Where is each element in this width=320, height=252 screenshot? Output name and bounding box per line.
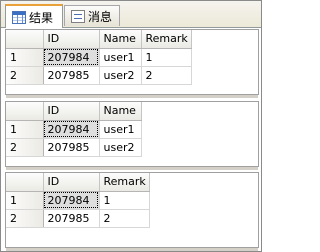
results-window: 结果 消息 ID Name Remark 1 207984 user1 1 2 bbox=[0, 0, 262, 252]
table-row[interactable]: 1 207984 1 bbox=[6, 191, 150, 210]
row-number[interactable]: 2 bbox=[6, 209, 44, 228]
table-cell[interactable]: 2 bbox=[141, 66, 192, 85]
table-row[interactable]: 1 207984 user1 1 bbox=[6, 48, 192, 67]
grid-icon bbox=[12, 10, 26, 24]
table-cell[interactable]: 207985 bbox=[43, 66, 100, 85]
column-header[interactable]: Remark bbox=[141, 30, 192, 49]
column-header[interactable]: Name bbox=[99, 30, 142, 49]
tab-strip: 结果 消息 bbox=[1, 1, 261, 28]
table-cell[interactable]: 207984 bbox=[43, 120, 100, 139]
table-cell[interactable]: 1 bbox=[99, 191, 150, 210]
row-number[interactable]: 1 bbox=[6, 48, 44, 67]
tab-results-label: 结果 bbox=[29, 10, 54, 25]
table-cell[interactable]: 207985 bbox=[43, 138, 100, 157]
result-grid-1[interactable]: ID Name Remark 1 207984 user1 1 2 207985… bbox=[5, 29, 259, 98]
row-number-header[interactable] bbox=[6, 173, 44, 192]
tab-messages-label: 消息 bbox=[88, 9, 113, 24]
table-cell[interactable]: 1 bbox=[141, 48, 192, 67]
table-row[interactable]: 2 207985 user2 bbox=[6, 138, 142, 157]
column-header[interactable]: Name bbox=[99, 102, 142, 121]
tab-results[interactable]: 结果 bbox=[5, 4, 63, 28]
column-header[interactable]: ID bbox=[43, 102, 100, 121]
column-header[interactable]: ID bbox=[43, 30, 100, 49]
result-table-3: ID Remark 1 207984 1 2 207985 2 bbox=[6, 173, 150, 228]
result-table-1: ID Name Remark 1 207984 user1 1 2 207985… bbox=[6, 30, 192, 85]
column-header[interactable]: Remark bbox=[99, 173, 150, 192]
table-cell[interactable]: user2 bbox=[99, 66, 142, 85]
row-number[interactable]: 1 bbox=[6, 191, 44, 210]
tab-messages[interactable]: 消息 bbox=[64, 5, 120, 26]
message-icon bbox=[71, 9, 85, 23]
table-cell[interactable]: user2 bbox=[99, 138, 142, 157]
row-number[interactable]: 1 bbox=[6, 120, 44, 139]
table-cell[interactable]: user1 bbox=[99, 48, 142, 67]
row-number-header[interactable] bbox=[6, 30, 44, 49]
table-cell[interactable]: 2 bbox=[99, 209, 150, 228]
table-row[interactable]: 2 207985 2 bbox=[6, 209, 150, 228]
table-row[interactable]: 1 207984 user1 bbox=[6, 120, 142, 139]
table-cell[interactable]: 207984 bbox=[43, 48, 100, 67]
result-grid-2[interactable]: ID Name 1 207984 user1 2 207985 user2 bbox=[5, 101, 259, 170]
table-cell[interactable]: 207984 bbox=[43, 191, 100, 210]
row-number[interactable]: 2 bbox=[6, 66, 44, 85]
header-row: ID Name Remark bbox=[6, 30, 192, 49]
result-grid-3[interactable]: ID Remark 1 207984 1 2 207985 2 bbox=[5, 172, 259, 251]
header-row: ID Remark bbox=[6, 173, 150, 192]
result-table-2: ID Name 1 207984 user1 2 207985 user2 bbox=[6, 102, 142, 157]
table-row[interactable]: 2 207985 user2 2 bbox=[6, 66, 192, 85]
table-cell[interactable]: user1 bbox=[99, 120, 142, 139]
row-number[interactable]: 2 bbox=[6, 138, 44, 157]
table-cell[interactable]: 207985 bbox=[43, 209, 100, 228]
header-row: ID Name bbox=[6, 102, 142, 121]
row-number-header[interactable] bbox=[6, 102, 44, 121]
column-header[interactable]: ID bbox=[43, 173, 100, 192]
